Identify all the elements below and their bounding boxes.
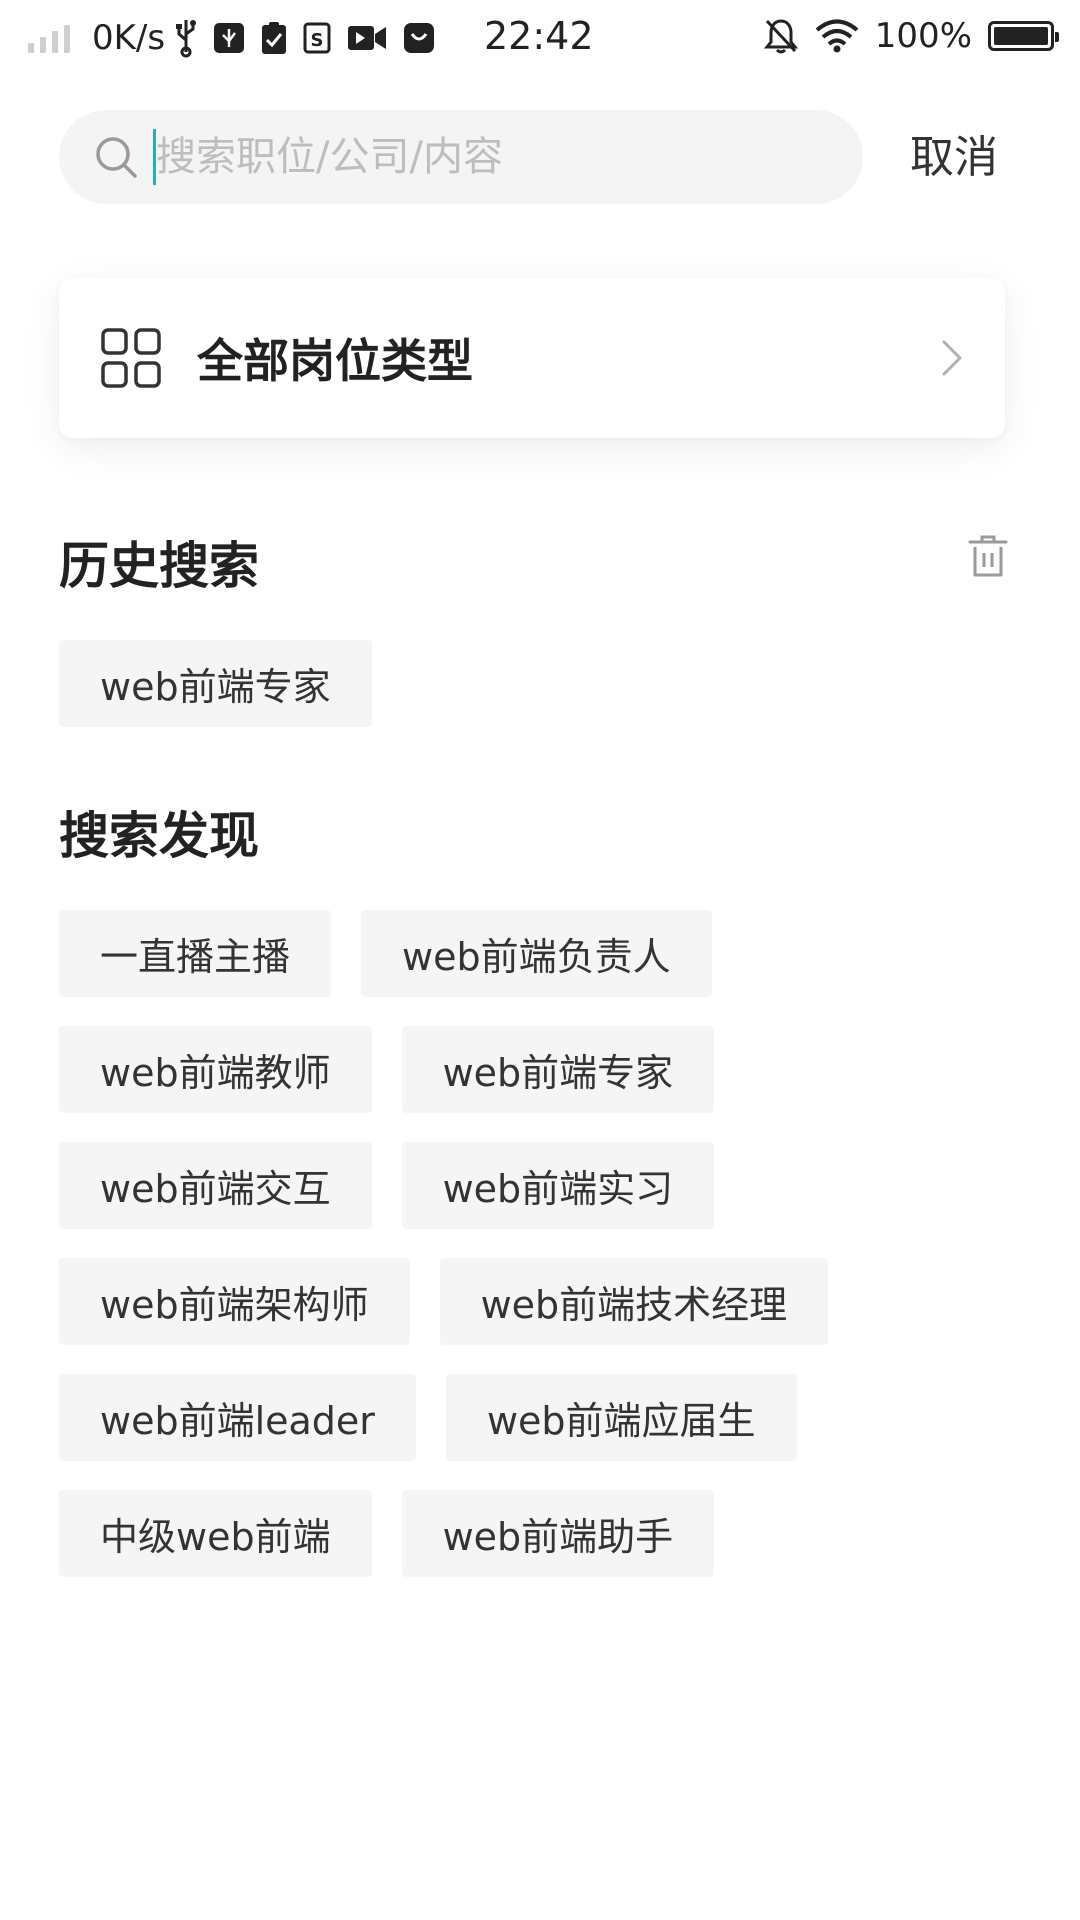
history-tag[interactable]: web前端专家 — [59, 640, 372, 727]
discover-tag-list: 一直播主播 web前端负责人 web前端教师 web前端专家 web前端交互 web前端实… — [59, 910, 1019, 1577]
discover-tag[interactable]: 中级web前端 — [59, 1490, 372, 1577]
sim-s-icon: S — [303, 22, 331, 54]
status-bar: 0K/s S 22:42 100% — [0, 0, 1080, 74]
cancel-button[interactable]: 取消 — [910, 128, 998, 188]
search-input[interactable] — [156, 134, 796, 180]
history-tag-list: web前端专家 — [59, 640, 1019, 727]
usb-icon — [175, 18, 197, 58]
discover-tag[interactable]: web前端助手 — [401, 1490, 715, 1577]
discover-tag[interactable]: web前端实习 — [401, 1142, 715, 1229]
discover-tag[interactable]: 一直播主播 — [59, 910, 332, 997]
discover-tag[interactable]: web前端leader — [59, 1374, 416, 1461]
usb-debug-icon — [213, 22, 245, 54]
status-time: 22:42 — [484, 14, 594, 58]
chevron-right-icon — [941, 339, 963, 377]
bag-icon — [403, 22, 435, 54]
search-box[interactable] — [59, 110, 863, 204]
battery-icon — [988, 21, 1059, 51]
signal-icon — [28, 23, 70, 53]
discover-tag[interactable]: web前端架构师 — [59, 1258, 410, 1345]
discover-tag[interactable]: web前端应届生 — [445, 1374, 797, 1461]
silent-bell-icon — [763, 17, 799, 55]
status-bar-right: 100% — [763, 14, 1059, 58]
trash-icon[interactable] — [968, 534, 1008, 578]
all-job-types-label: 全部岗位类型 — [197, 334, 473, 388]
svg-text:S: S — [311, 30, 324, 51]
history-title: 历史搜索 — [59, 537, 259, 595]
clipboard-icon — [261, 21, 287, 55]
discover-tag[interactable]: web前端交互 — [59, 1142, 372, 1229]
grid-icon — [101, 328, 161, 388]
all-job-types-card[interactable]: 全部岗位类型 — [59, 278, 1005, 438]
discover-title: 搜索发现 — [59, 807, 259, 865]
discover-tag[interactable]: web前端专家 — [401, 1026, 715, 1113]
search-icon — [94, 135, 138, 179]
discover-tag[interactable]: web前端教师 — [59, 1026, 372, 1113]
battery-percent: 100% — [874, 16, 972, 56]
discover-tag[interactable]: web前端技术经理 — [439, 1258, 829, 1345]
status-bar-left: 0K/s S — [28, 16, 451, 60]
video-icon — [347, 24, 387, 52]
wifi-icon — [815, 19, 859, 53]
discover-tag[interactable]: web前端负责人 — [361, 910, 712, 997]
network-speed: 0K/s — [92, 18, 166, 58]
